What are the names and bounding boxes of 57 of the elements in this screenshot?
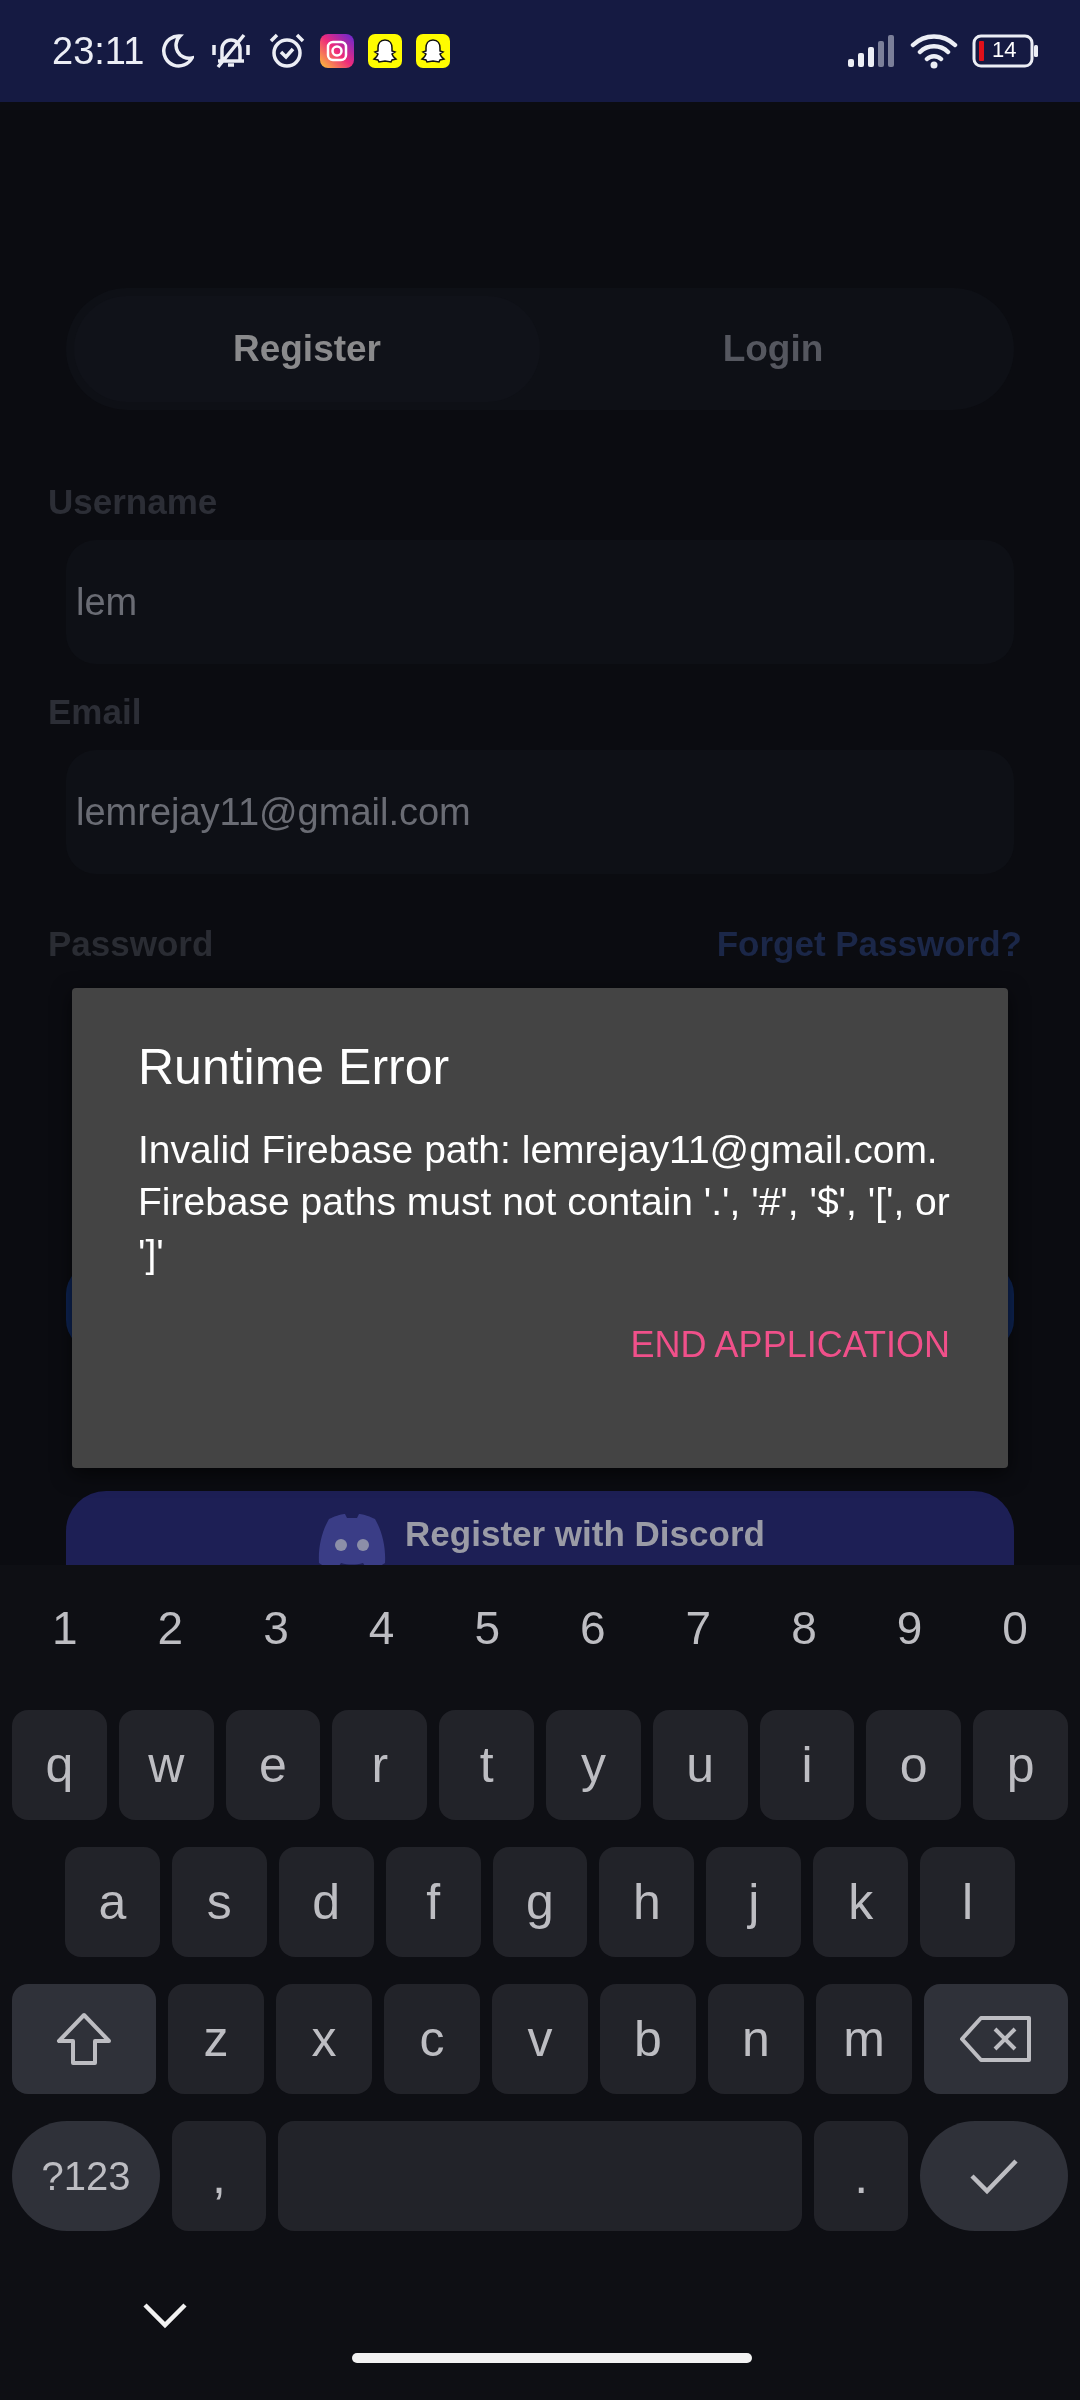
discord-button[interactable]: Register with Discord bbox=[66, 1491, 1014, 1565]
keyboard-key[interactable]: s bbox=[171, 1847, 267, 1957]
keyboard-key[interactable]: y bbox=[546, 1710, 641, 1820]
number-key[interactable]: 2 bbox=[117, 1600, 224, 1655]
number-key[interactable]: 5 bbox=[434, 1600, 540, 1655]
keyboard-key[interactable]: v bbox=[492, 1984, 588, 2094]
keyboard-key[interactable]: p bbox=[973, 1710, 1068, 1820]
ghost-icon bbox=[416, 34, 451, 68]
keyboard-key[interactable]: u bbox=[652, 1710, 748, 1820]
number-key[interactable]: 0 bbox=[962, 1600, 1068, 1655]
shift-key[interactable] bbox=[12, 1984, 156, 2094]
clock-time: 23:11 bbox=[52, 29, 145, 73]
signal-icon bbox=[848, 35, 896, 67]
alarm-icon bbox=[268, 32, 307, 70]
keyboard-key[interactable]: f bbox=[385, 1847, 481, 1957]
moon-icon bbox=[160, 33, 195, 69]
number-key[interactable]: 1 bbox=[12, 1600, 118, 1655]
keyboard-key[interactable]: n bbox=[708, 1984, 804, 2094]
keyboard-key[interactable]: k bbox=[813, 1847, 909, 1957]
keyboard-key[interactable]: d bbox=[278, 1847, 374, 1957]
ghost-icon bbox=[368, 34, 403, 68]
number-key[interactable]: 6 bbox=[539, 1600, 646, 1655]
backspace-icon bbox=[959, 2015, 1033, 2063]
wifi-icon bbox=[910, 33, 958, 69]
number-key[interactable]: 3 bbox=[223, 1600, 329, 1655]
keyboard-key[interactable]: o bbox=[866, 1710, 962, 1820]
keyboard-key[interactable]: b bbox=[600, 1984, 696, 2094]
keyboard-key[interactable]: g bbox=[492, 1847, 588, 1957]
keyboard-key[interactable]: . bbox=[814, 2121, 908, 2231]
keyboard-key[interactable]: m bbox=[816, 1984, 912, 2094]
chevron-down-icon[interactable] bbox=[142, 2301, 188, 2329]
keyboard-key[interactable]: i bbox=[759, 1710, 855, 1820]
keyboard-key[interactable]: z bbox=[168, 1984, 264, 2094]
number-key[interactable]: 7 bbox=[645, 1600, 752, 1655]
keyboard-key[interactable]: l bbox=[920, 1847, 1015, 1957]
symbols-key[interactable]: ?123 bbox=[12, 2121, 160, 2231]
keyboard-key[interactable]: x bbox=[276, 1984, 372, 2094]
error-message: Invalid Firebase path: lemrejay11@gmail.com. Firebase paths must not contain '.', '#', '$', '[', or ']' bbox=[138, 1127, 951, 1277]
keyboard-key[interactable]: r bbox=[332, 1710, 428, 1820]
keyboard-key[interactable]: w bbox=[118, 1710, 214, 1820]
keyboard-key[interactable]: q bbox=[12, 1710, 107, 1820]
dialog-title: Runtime Error bbox=[138, 1038, 451, 1096]
number-key[interactable]: 8 bbox=[751, 1600, 857, 1655]
keyboard-key[interactable]: j bbox=[706, 1847, 802, 1957]
keyboard-key[interactable]: t bbox=[439, 1710, 534, 1820]
keyboard-key[interactable]: a bbox=[65, 1847, 160, 1957]
instagram-icon bbox=[320, 34, 355, 68]
input-field[interactable]: lemrejay11@gmail.com bbox=[66, 750, 1014, 874]
keyboard-key[interactable]: e bbox=[225, 1710, 321, 1820]
backspace-key[interactable] bbox=[924, 1984, 1068, 2094]
keyboard-key[interactable]: h bbox=[599, 1847, 695, 1957]
keyboard-key[interactable]: , bbox=[172, 2121, 266, 2231]
number-key[interactable]: 4 bbox=[328, 1600, 435, 1655]
keyboard-key[interactable]: c bbox=[384, 1984, 480, 2094]
number-key[interactable]: 9 bbox=[856, 1600, 963, 1655]
up-arrow-icon bbox=[54, 2011, 114, 2067]
input-field[interactable]: lem bbox=[66, 540, 1014, 664]
